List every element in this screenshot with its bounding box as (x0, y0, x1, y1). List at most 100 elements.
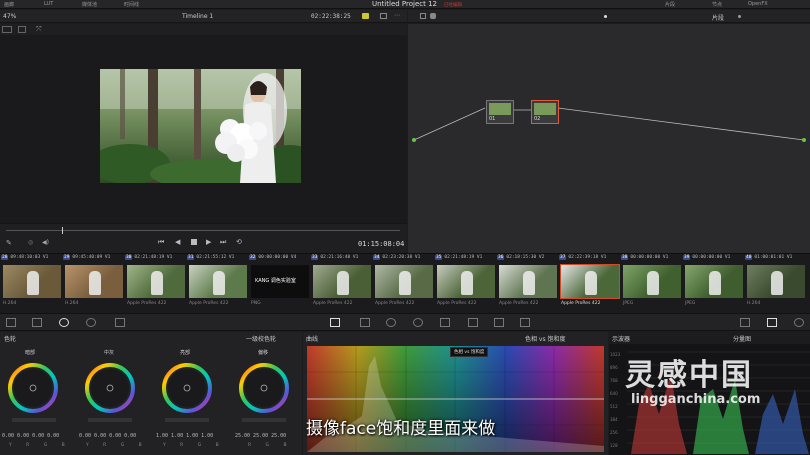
project-title: Untitled Project 12 (372, 0, 437, 8)
clip-number: 38 (621, 255, 629, 260)
clip-timecode: 09:45:40:09 V1 (72, 255, 111, 260)
hand-icon[interactable] (430, 13, 436, 19)
node-01[interactable]: 01 (486, 100, 514, 124)
clip-timecode: 00:00:00:00 V1 (692, 255, 731, 260)
gamma-slider[interactable] (88, 418, 132, 422)
curves-icon[interactable] (330, 318, 340, 327)
offset-wheel[interactable] (239, 363, 289, 413)
clip-thumbnail[interactable]: 39 00:00:00:00 V1 JPEG (683, 254, 745, 314)
3d-icon[interactable] (740, 318, 750, 327)
volume-icon[interactable]: ◀) (42, 239, 49, 246)
clip-thumbnail[interactable]: 33 02:21:16:40 V1 Apple ProRes 422 (311, 254, 373, 314)
scope-mode-selector[interactable]: 分量图 (733, 334, 751, 343)
node-graph[interactable]: 01 02 (408, 24, 810, 253)
highlight-icon[interactable] (362, 13, 369, 19)
stop-icon[interactable] (191, 239, 197, 245)
clip-thumbnail[interactable]: 36 02:18:15:30 V2 Apple ProRes 422 (497, 254, 559, 314)
rgb-mixer-icon[interactable] (86, 318, 96, 327)
lift-wheel[interactable] (8, 363, 58, 413)
media-pool-tab[interactable]: 媒体池 (82, 1, 97, 8)
clip-timecode: 09:48:10:03 V1 (10, 255, 49, 260)
info-icon[interactable] (794, 318, 804, 327)
clip-image (623, 265, 681, 298)
clip-thumbnail[interactable]: 35 02:21:48:19 V1 Apple ProRes 422 (435, 254, 497, 314)
top-menu-bar: 画廊 LUT 媒体池 时间线 Untitled Project 12 已经编辑 … (0, 0, 810, 9)
magic-mask-icon[interactable] (440, 318, 450, 327)
sizing-icon[interactable] (520, 318, 530, 327)
key-icon[interactable] (494, 318, 504, 327)
more-icon[interactable]: ⋯ (394, 12, 400, 19)
clip-thumbnail[interactable]: 28 09:48:10:03 V1 H.264 (1, 254, 63, 314)
viewer-toolbar: ⤧ (0, 24, 407, 35)
lut-tab[interactable]: LUT (44, 1, 53, 7)
skip-forward-icon[interactable]: ⏭ (220, 238, 226, 247)
clip-number: 39 (683, 255, 691, 260)
clip-thumbnail[interactable]: 31 02:21:55:12 V1 Apple ProRes 422 (187, 254, 249, 314)
tracker-icon[interactable] (413, 318, 423, 327)
gamma-wheel[interactable] (85, 363, 135, 413)
timeline-tab[interactable]: 时间线 (124, 1, 139, 8)
motion-effects-icon[interactable] (115, 318, 125, 327)
bride-figure (771, 271, 783, 295)
node-02[interactable]: 02 (531, 100, 559, 124)
clip-thumbnail[interactable]: 37 02:22:39:18 V1 Apple ProRes 422 (559, 254, 621, 314)
clip-timecode: 02:21:55:12 V1 (196, 255, 235, 260)
play-reverse-icon[interactable]: ◀ (175, 238, 180, 246)
pointer-icon[interactable] (420, 13, 426, 19)
play-icon[interactable]: ▶ (206, 238, 211, 246)
qualifier-icon[interactable] (360, 318, 370, 327)
clip-thumbnail[interactable]: 29 09:45:40:09 V1 H.264 (63, 254, 125, 314)
bride-figure (523, 271, 535, 295)
clip-codec: H.264 (747, 301, 761, 306)
loop-playback-icon[interactable]: ⟲ (236, 238, 242, 246)
offset-slider[interactable] (242, 418, 286, 422)
split-icon[interactable] (2, 26, 12, 33)
clip-codec: Apple ProRes 422 (375, 301, 415, 306)
lift-slider[interactable] (12, 418, 56, 422)
color-match-icon[interactable] (32, 318, 42, 327)
clip-codec: JPEG (623, 301, 634, 306)
loop-icon[interactable]: ◎ (28, 239, 33, 246)
zoom-level[interactable]: 47% (3, 13, 16, 20)
node-connections (412, 107, 806, 142)
lift-values: 0.00 0.00 0.00 0.00 (2, 433, 60, 439)
clip-header: 28 09:48:10:03 V1 (1, 255, 63, 264)
clip-image (685, 265, 743, 298)
gain-wheel[interactable] (162, 363, 212, 413)
clip-number: 37 (559, 255, 567, 260)
node-mode-selector[interactable]: 片段 (712, 13, 724, 22)
clip-thumbnail[interactable]: 30 02:21:48:19 V1 Apple ProRes 422 (125, 254, 187, 314)
video-subtitle: 摄像face饱和度里面来做 (306, 419, 496, 439)
dot-indicator (604, 15, 607, 18)
color-wheels-icon[interactable] (59, 318, 69, 327)
clip-number: 35 (435, 255, 443, 260)
curves-mode-selector[interactable]: 色相 vs 饱和度 (525, 334, 566, 343)
clip-number: 36 (497, 255, 505, 260)
timeline-selector[interactable]: Timeline 1 (182, 13, 213, 20)
gallery-tab[interactable]: 画廊 (4, 1, 14, 8)
clip-thumbnail[interactable]: 34 02:23:20:38 V1 Apple ProRes 422 (373, 254, 435, 314)
clip-thumbnail[interactable]: 32 00:00:00:00 V4 KANG 调色实验室 PNG (249, 254, 311, 314)
openfx-tab[interactable]: OpenFX (748, 1, 768, 7)
wipe-icon[interactable] (18, 26, 26, 33)
clips-tab[interactable]: 片段 (665, 1, 675, 8)
camera-raw-icon[interactable] (6, 318, 16, 327)
playhead[interactable] (62, 227, 63, 234)
window-icon[interactable] (386, 318, 396, 327)
bride-figure (27, 271, 39, 295)
clip-thumbnail[interactable]: 38 00:00:00:00 V1 JPEG (621, 254, 683, 314)
fullscreen-icon[interactable] (380, 13, 387, 19)
gain-slider[interactable] (165, 418, 209, 422)
transform-icon[interactable]: ⤧ (36, 25, 42, 34)
bride-figure (461, 271, 473, 295)
eyedropper-icon[interactable]: ✎ (6, 239, 12, 247)
clip-number: 29 (63, 255, 71, 260)
scopes-icon[interactable] (767, 318, 777, 327)
skip-back-icon[interactable]: ⏮ (158, 238, 164, 247)
nodes-tab[interactable]: 节点 (712, 1, 722, 8)
clip-thumbnail[interactable]: 40 01:00:01:01 V1 H.264 (745, 254, 807, 314)
blur-icon[interactable] (468, 318, 478, 327)
clip-timecode: 00:00:00:00 V1 (630, 255, 669, 260)
wheels-mode-selector[interactable]: 一级校色轮 (246, 334, 276, 343)
scrubber-track[interactable] (6, 230, 400, 231)
